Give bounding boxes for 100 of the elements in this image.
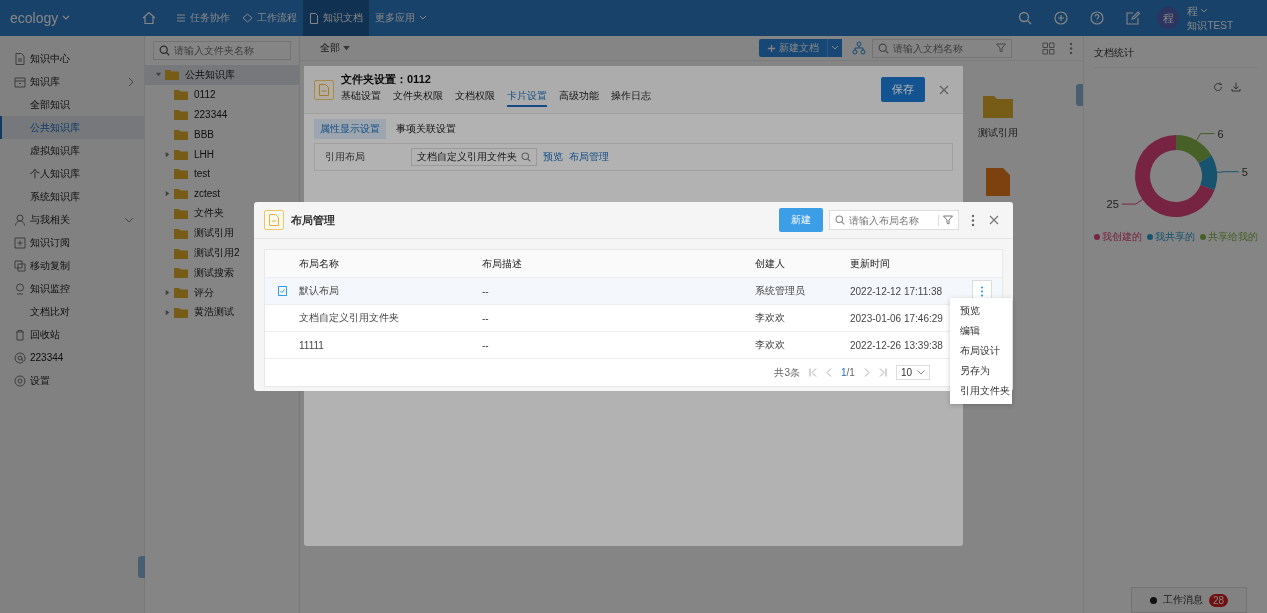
collapsed-arrow-icon[interactable]: [164, 289, 171, 297]
layout-field[interactable]: 文档自定义引用文件夹: [411, 148, 537, 166]
folder-icon[interactable]: [983, 94, 1013, 118]
search-field[interactable]: 请输入文件夹名称: [153, 41, 291, 60]
tree-item[interactable]: test: [145, 164, 299, 184]
nav-tab[interactable]: 更多应用: [369, 0, 434, 36]
more-icon[interactable]: [1069, 41, 1073, 55]
sidebar-item[interactable]: 与我相关: [0, 208, 144, 231]
collapse-handle[interactable]: [1076, 84, 1083, 106]
nav-tab[interactable]: 知识文档: [303, 0, 370, 36]
sub-tab[interactable]: 事项关联设置: [390, 119, 462, 139]
file-icon[interactable]: [986, 168, 1010, 196]
grid-view-icon[interactable]: [1042, 41, 1055, 55]
tree-item[interactable]: 0112: [145, 84, 299, 105]
sidebar-item[interactable]: 知识监控: [0, 277, 144, 300]
work-message-bar[interactable]: 工作消息 28: [1131, 587, 1247, 613]
user-avatar[interactable]: 程: [1157, 7, 1180, 29]
expanded-arrow-icon[interactable]: [155, 71, 162, 79]
filter-icon[interactable]: [943, 215, 953, 225]
dropdown-button[interactable]: [827, 39, 842, 57]
tree-item[interactable]: 测试引用2: [145, 243, 299, 263]
nav-tab[interactable]: 工作流程: [236, 0, 304, 36]
search-icon[interactable]: [1018, 11, 1033, 25]
collapsed-arrow-icon[interactable]: [164, 308, 171, 316]
legend-label[interactable]: 我创建的: [1101, 230, 1142, 244]
collapse-handle[interactable]: [138, 556, 145, 578]
sidebar-item[interactable]: 移动复制: [0, 254, 144, 277]
sidebar-item[interactable]: 公共知识库: [0, 116, 144, 139]
menu-item[interactable]: 布局设计: [950, 341, 1012, 361]
sidebar-item[interactable]: 全部知识: [0, 93, 144, 116]
add-icon[interactable]: [1054, 11, 1069, 25]
new-button[interactable]: 新建: [779, 208, 823, 232]
link[interactable]: 布局管理: [569, 150, 609, 164]
search-input[interactable]: 请输入文档名称: [893, 42, 992, 54]
column-header: 创建人: [755, 257, 785, 269]
folder-icon: [174, 267, 188, 279]
settings-tab[interactable]: 基础设置: [341, 89, 381, 107]
sidebar-item[interactable]: 223344: [0, 346, 144, 369]
tree-item[interactable]: BBB: [145, 124, 299, 145]
chevron-down-icon[interactable]: [124, 216, 134, 223]
page-size-select[interactable]: 10: [895, 365, 930, 380]
sidebar-item[interactable]: 文档比对: [0, 300, 144, 323]
refresh-icon[interactable]: [1213, 82, 1223, 92]
filter-icon[interactable]: [996, 43, 1006, 53]
chevron-right-icon[interactable]: [128, 76, 134, 87]
sidebar-item[interactable]: 个人知识库: [0, 162, 144, 185]
user-name[interactable]: 程: [1187, 3, 1199, 19]
save-button[interactable]: 保存: [881, 77, 925, 102]
tree-item[interactable]: LHH: [145, 144, 299, 164]
menu-item[interactable]: 编辑: [950, 321, 1012, 341]
search-field[interactable]: 请输入布局名称: [829, 210, 959, 230]
previous-page-icon[interactable]: [825, 368, 832, 377]
search-icon[interactable]: [521, 152, 531, 162]
search-input[interactable]: 请输入布局名称: [849, 214, 934, 226]
close-icon[interactable]: [989, 215, 999, 225]
settings-tab[interactable]: 卡片设置: [507, 89, 547, 107]
tree-item[interactable]: 测试搜索: [145, 262, 299, 283]
tree-item[interactable]: zctest: [145, 183, 299, 204]
nav-tab[interactable]: 任务协作: [170, 0, 237, 36]
sidebar-item[interactable]: 知识订阅: [0, 231, 144, 254]
sidebar-item[interactable]: 知识中心: [0, 47, 144, 70]
folder-name[interactable]: 测试引用: [978, 126, 1018, 140]
filter-dropdown[interactable]: 全部: [320, 41, 340, 55]
last-page-icon[interactable]: [878, 368, 887, 377]
first-page-icon[interactable]: [808, 368, 817, 377]
caret-icon[interactable]: [62, 15, 71, 21]
caret-icon[interactable]: [1200, 8, 1209, 14]
sidebar-item[interactable]: 虚拟知识库: [0, 139, 144, 162]
next-page-icon[interactable]: [863, 368, 870, 377]
more-icon[interactable]: [971, 213, 975, 227]
tree-item[interactable]: 公共知识库: [145, 65, 299, 85]
tree-item[interactable]: 黄浩测试: [145, 302, 299, 323]
settings-tab[interactable]: 文档权限: [455, 89, 495, 107]
caret-icon[interactable]: [343, 45, 350, 51]
sidebar-item[interactable]: 系统知识库: [0, 185, 144, 208]
close-icon[interactable]: [939, 84, 949, 95]
collapsed-arrow-icon[interactable]: [164, 150, 171, 158]
menu-item[interactable]: 另存为: [950, 361, 1012, 381]
settings-tab[interactable]: 高级功能: [559, 89, 599, 107]
help-icon[interactable]: [1090, 11, 1105, 25]
settings-tab[interactable]: 操作日志: [611, 89, 651, 107]
menu-item[interactable]: 引用文件夹: [950, 381, 1012, 401]
column-header: 更新时间: [850, 257, 890, 269]
menu-item[interactable]: 预览: [950, 301, 1012, 321]
new-document-button[interactable]: 新建文档: [759, 39, 827, 57]
sidebar-item[interactable]: 回收站: [0, 323, 144, 346]
sub-tab[interactable]: 属性显示设置: [314, 119, 386, 139]
home-icon[interactable]: [142, 11, 157, 25]
link[interactable]: 预览: [543, 150, 563, 164]
settings-tab[interactable]: 文件夹权限: [393, 89, 443, 107]
sidebar-item[interactable]: 知识库: [0, 70, 144, 93]
collapsed-arrow-icon[interactable]: [164, 190, 171, 198]
app-logo[interactable]: ecology: [10, 10, 59, 26]
download-icon[interactable]: [1231, 82, 1241, 92]
search-field[interactable]: 请输入文档名称: [872, 38, 1012, 58]
sidebar-item[interactable]: 设置: [0, 369, 144, 392]
edit-icon[interactable]: [1126, 11, 1141, 25]
tree-item[interactable]: 223344: [145, 104, 299, 125]
tree-item[interactable]: 评分: [145, 282, 299, 303]
org-chart-icon[interactable]: [852, 41, 866, 55]
